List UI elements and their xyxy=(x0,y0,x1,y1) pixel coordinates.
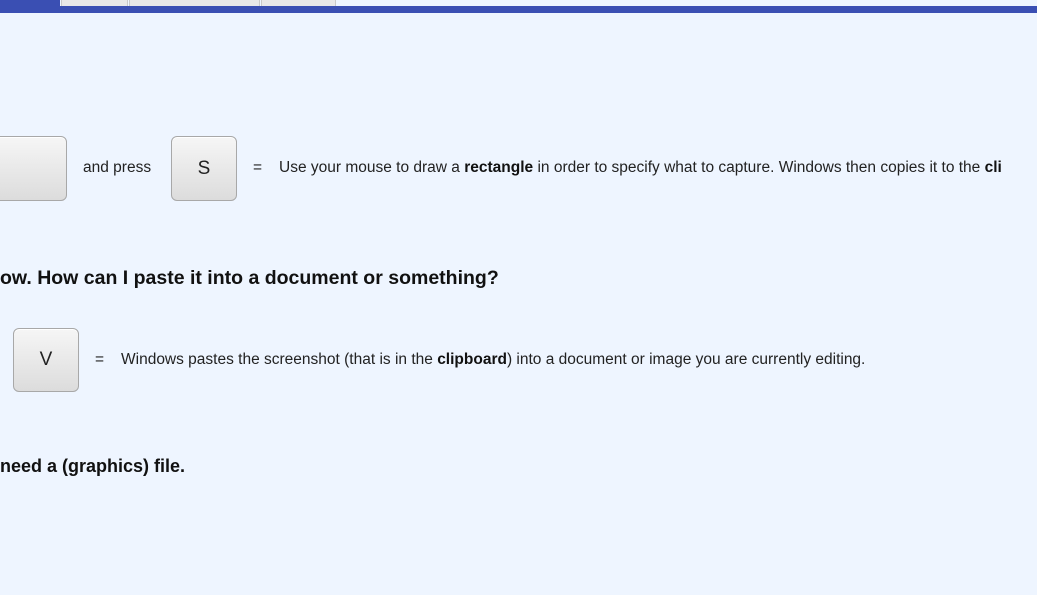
modifier-key xyxy=(0,136,67,201)
key-s-label: S xyxy=(197,157,211,179)
row2-desc-bold-clipboard: clipboard xyxy=(437,351,507,368)
equals-sign-2: = xyxy=(95,351,105,368)
row2-desc-part1: Windows pastes the screenshot (that is i… xyxy=(121,351,438,368)
row1-desc-part1: Use your mouse to draw a xyxy=(279,159,465,176)
row1-desc-part2: in order to specify what to capture. Win… xyxy=(533,159,985,176)
row1-desc-bold-rectangle: rectangle xyxy=(464,159,534,176)
row2-desc-part2: ) into a document or image you are curre… xyxy=(506,351,866,368)
top-nav-bar xyxy=(0,0,1037,13)
key-v: V xyxy=(13,328,79,392)
equals-sign: = xyxy=(253,159,263,176)
nav-underline xyxy=(0,6,1037,13)
section-heading-file: need a (graphics) file. xyxy=(0,456,186,476)
row2-description: Windows pastes the screenshot (that is i… xyxy=(121,350,865,370)
row1-desc-bold-clipboard: cli xyxy=(984,159,1002,176)
key-s: S xyxy=(171,136,237,201)
row1-description: Use your mouse to draw a rectangle in or… xyxy=(279,158,1002,178)
and-press-label: and press xyxy=(83,159,152,176)
section-heading-paste: ow. How can I paste it into a document o… xyxy=(0,267,499,289)
key-v-label: V xyxy=(39,349,53,370)
